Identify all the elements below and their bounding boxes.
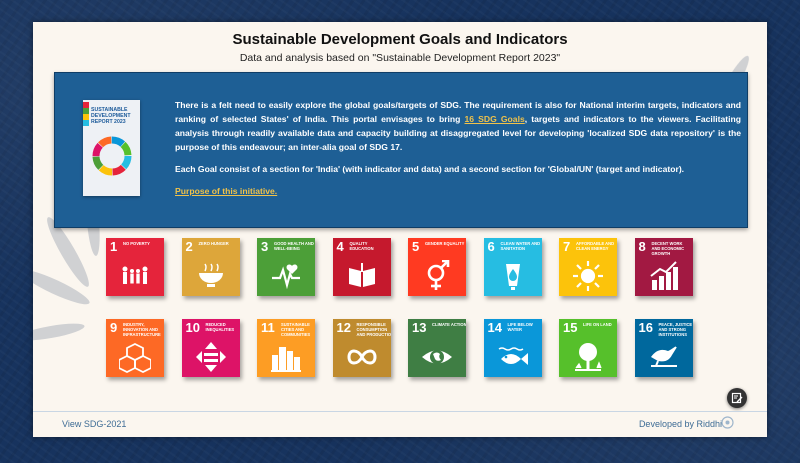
footer-divider [33,411,767,412]
goal-label: REDUCED INEQUALITIES [205,322,235,332]
eye-globe-icon [422,350,452,364]
goal-number: 4 [336,239,344,254]
sun-icon [573,261,603,291]
goal-tile-8[interactable]: 8 DECENT WORK AND ECONOMIC GROWTH [634,238,693,296]
developer-credit: Developed by Riddhi [638,419,722,429]
goal-label: DECENT WORK AND ECONOMIC GROWTH [651,241,685,256]
goal-tile-16[interactable]: 16 PEACE, JUSTICE AND STRONG INSTITUTIONS [634,319,693,377]
page-title: Sustainable Development Goals and Indica… [232,31,568,48]
feedback-button[interactable] [727,388,747,408]
developer-logo-icon [721,416,734,429]
sdg-wheel-icon [92,136,132,176]
goal-label: GOOD HEALTH AND WELL-BEING [274,241,314,251]
goal-tile-13[interactable]: 13 CLIMATE ACTION [408,319,466,377]
cover-title: SUSTAINABLE DEVELOPMENT REPORT 2023 [91,107,131,125]
page-subtitle: Data and analysis based on "Sustainable … [239,52,561,64]
sdg-goals-link[interactable]: 16 SDG Goals [465,114,525,124]
goal-number: 16 [638,320,653,335]
goal-number: 10 [185,320,200,335]
goal-number: 7 [563,239,571,254]
goal-label: RESPONSIBLE CONSUMPTION AND PRODUCTION [356,322,391,337]
intro-paragraph-2: Each Goal consist of a section for 'Indi… [175,164,685,174]
gender-icon [427,260,450,290]
goal-tile-3[interactable]: 3 GOOD HEALTH AND WELL-BEING [257,238,315,296]
infinity-icon [346,349,377,365]
goal-label: NO POVERTY [123,241,150,246]
goal-tile-5[interactable]: 5 GENDER EQUALITY [408,238,466,296]
main-card: Sustainable Development Goals and Indica… [33,22,767,437]
goal-number: 6 [487,239,495,254]
city-icon [271,347,301,372]
goal-label: GENDER EQUALITY [425,241,465,246]
goal-number: 3 [261,239,269,254]
purpose-link[interactable]: Purpose of this initiative. [175,186,277,196]
goal-tile-12[interactable]: 12 RESPONSIBLE CONSUMPTION AND PRODUCTION [332,319,391,377]
goal-tile-2[interactable]: 2 ZERO HUNGER [181,238,240,296]
goal-tile-1[interactable]: 1 NO POVERTY [106,238,164,296]
goal-number: 15 [563,320,578,335]
goal-tile-6[interactable]: 6 CLEAN WATER AND SANITATION [483,238,542,296]
sdg-goals-grid: 1 NO POVERTY 2 ZERO HUNGER 3 GOOD HEALTH AND … [106,238,696,408]
goal-number: 11 [261,320,275,335]
goal-number: 14 [487,320,502,335]
cover-color-strip [83,102,89,126]
goal-label: SUSTAINABLE CITIES AND COMMUNITIES [281,322,311,337]
goal-tile-14[interactable]: 14 LIFE BELOW WATER [483,319,542,377]
goal-number: 2 [185,239,193,254]
goal-number: 8 [638,239,646,254]
tree-icon [575,343,602,371]
intro-paragraph-1: There is a felt need to easily explore t… [175,100,741,152]
goal-number: 9 [110,320,118,335]
goal-label: LIFE ON LAND [583,322,612,327]
goal-tile-10[interactable]: 10 REDUCED INEQUALITIES [181,319,240,377]
equality-arrows-icon [195,342,226,372]
goal-label: INDUSTRY, INNOVATION AND INFRASTRUCTURE [123,322,161,337]
goal-label: LIFE BELOW WATER [507,322,533,332]
goal-label: QUALITY EDUCATION [349,241,374,251]
goal-tile-11[interactable]: 11 SUSTAINABLE CITIES AND COMMUNITIES [257,319,315,377]
goal-tile-4[interactable]: 4 QUALITY EDUCATION [332,238,391,296]
water-icon [505,264,520,290]
heartbeat-icon [272,264,300,290]
goal-tile-7[interactable]: 7 AFFORDABLE AND CLEAN ENERGY [559,238,617,296]
fish-icon [498,347,528,365]
goal-label: ZERO HUNGER [198,241,229,246]
goal-number: 5 [412,239,420,254]
edit-note-icon [731,392,743,404]
view-sdg-2021-link[interactable]: View SDG-2021 [62,419,126,429]
bowl-icon [198,263,223,287]
goal-label: PEACE, JUSTICE AND STRONG INSTITUTIONS [658,322,693,337]
goal-number: 13 [412,320,427,335]
goal-tile-9[interactable]: 9 INDUSTRY, INNOVATION AND INFRASTRUCTURE [106,319,164,377]
growth-chart-icon [649,261,678,290]
family-icon [122,266,148,284]
dove-icon [650,346,677,367]
cubes-icon [119,342,151,373]
goal-label: CLIMATE ACTION [432,322,466,327]
report-cover-image[interactable]: SUSTAINABLE DEVELOPMENT REPORT 2023 [83,100,140,196]
intro-panel: SUSTAINABLE DEVELOPMENT REPORT 2023 Ther… [54,72,748,228]
goal-label: AFFORDABLE AND CLEAN ENERGY [576,241,615,251]
goal-number: 12 [336,320,351,335]
goal-tile-15[interactable]: 15 LIFE ON LAND [559,319,617,377]
goal-number: 1 [110,239,118,254]
intro-text: There is a felt need to easily explore t… [175,98,741,206]
goal-label: CLEAN WATER AND SANITATION [500,241,541,251]
book-icon [348,263,375,287]
